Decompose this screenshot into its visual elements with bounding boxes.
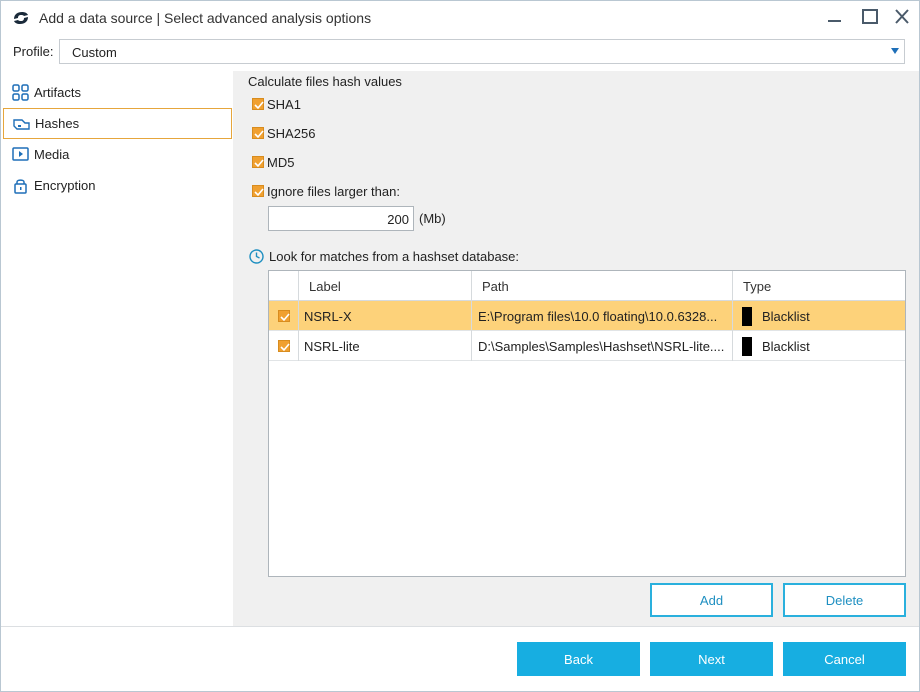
sidebar-item-label: Hashes xyxy=(35,116,80,131)
sidebar-item-hashes[interactable]: Hashes xyxy=(3,108,232,139)
dialog-window: Add a data source | Select advanced anal… xyxy=(0,0,920,692)
row-path: D:\Samples\Samples\Hashset\NSRL-lite.... xyxy=(478,339,725,354)
back-button[interactable]: Back xyxy=(517,642,640,676)
profile-value: Custom xyxy=(72,45,117,60)
sidebar-nav: Artifacts Hashes Media Encryption xyxy=(3,76,233,626)
color-swatch xyxy=(742,337,752,356)
footer-divider xyxy=(1,626,919,627)
maximize-icon[interactable] xyxy=(859,7,881,27)
lock-icon xyxy=(14,179,27,194)
media-icon xyxy=(12,147,29,161)
cancel-button[interactable]: Cancel xyxy=(783,642,906,676)
table-row[interactable]: NSRL-X E:\Program files\10.0 floating\10… xyxy=(269,301,905,331)
row-checkbox[interactable] xyxy=(278,340,290,352)
delete-button[interactable]: Delete xyxy=(783,583,906,617)
checkbox-checked-icon xyxy=(252,156,264,168)
checkbox-checked-icon xyxy=(252,185,264,197)
color-swatch xyxy=(742,307,752,326)
checkbox-checked-icon xyxy=(252,98,264,110)
column-divider xyxy=(732,271,733,361)
next-button[interactable]: Next xyxy=(650,642,773,676)
md5-label: MD5 xyxy=(267,155,295,170)
sidebar-item-media[interactable]: Media xyxy=(3,139,232,170)
sha1-checkbox[interactable]: SHA1 xyxy=(252,97,332,115)
checkbox-checked-icon xyxy=(252,127,264,139)
column-divider xyxy=(471,271,472,361)
row-path: E:\Program files\10.0 floating\10.0.6328… xyxy=(478,309,718,324)
hashset-table: Label Path Type NSRL-X E:\Program files\… xyxy=(268,270,906,577)
sidebar-item-encryption[interactable]: Encryption xyxy=(3,170,232,201)
profile-dropdown[interactable]: Custom xyxy=(59,39,905,64)
hashes-icon xyxy=(13,119,30,130)
row-label: NSRL-lite xyxy=(304,339,360,354)
column-divider xyxy=(298,271,299,361)
sidebar-item-artifacts[interactable]: Artifacts xyxy=(3,77,232,108)
row-label: NSRL-X xyxy=(304,309,352,324)
table-row[interactable]: NSRL-lite D:\Samples\Samples\Hashset\NSR… xyxy=(269,331,905,361)
md5-checkbox[interactable]: MD5 xyxy=(252,155,332,173)
chevron-down-icon xyxy=(891,48,899,54)
size-unit-label: (Mb) xyxy=(419,211,446,226)
sha256-label: SHA256 xyxy=(267,126,316,141)
window-title: Add a data source | Select advanced anal… xyxy=(39,10,372,26)
hash-section-title: Calculate files hash values xyxy=(248,74,402,89)
ignore-large-files-checkbox[interactable]: Ignore files larger than: xyxy=(252,184,422,202)
column-header-label[interactable]: Label xyxy=(309,279,341,294)
close-icon[interactable] xyxy=(891,7,913,27)
hashset-section-title: Look for matches from a hashset database… xyxy=(269,249,520,264)
column-header-path[interactable]: Path xyxy=(482,279,509,294)
row-type: Blacklist xyxy=(762,309,810,324)
sidebar-item-label: Media xyxy=(34,147,70,162)
title-bar: Add a data source | Select advanced anal… xyxy=(1,1,919,35)
max-size-input[interactable]: 200 xyxy=(268,206,414,231)
sidebar-item-label: Encryption xyxy=(34,178,96,193)
sidebar-item-label: Artifacts xyxy=(34,85,81,100)
max-size-value: 200 xyxy=(387,212,409,227)
add-button[interactable]: Add xyxy=(650,583,773,617)
table-header: Label Path Type xyxy=(269,271,905,301)
minimize-icon[interactable] xyxy=(824,7,846,27)
sha1-label: SHA1 xyxy=(267,97,301,112)
artifacts-icon xyxy=(12,84,29,101)
sha256-checkbox[interactable]: SHA256 xyxy=(252,126,332,144)
row-type: Blacklist xyxy=(762,339,810,354)
clock-history-icon xyxy=(249,249,264,264)
row-checkbox[interactable] xyxy=(278,310,290,322)
profile-label: Profile: xyxy=(13,44,54,59)
app-logo-icon xyxy=(14,12,28,24)
column-header-type[interactable]: Type xyxy=(743,279,771,294)
ignore-large-files-label: Ignore files larger than: xyxy=(267,184,400,199)
